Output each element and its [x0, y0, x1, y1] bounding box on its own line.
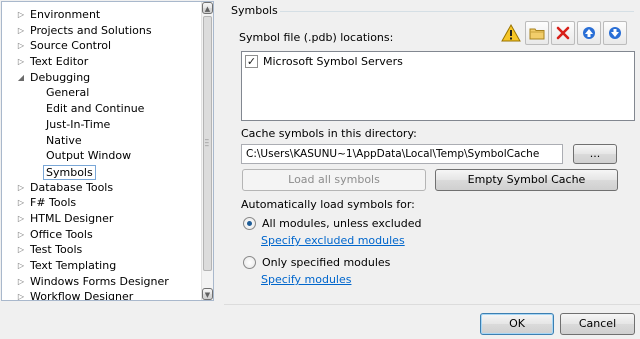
- tree-item-label: Workflow Designer: [30, 290, 134, 301]
- tree-item-label: Environment: [30, 8, 101, 21]
- tree-item-label: Text Templating: [30, 259, 117, 272]
- tree-item-output-window[interactable]: Output Window: [2, 148, 202, 164]
- tree-item-text-templating[interactable]: ▷ Text Templating: [2, 258, 202, 274]
- radio-all-modules[interactable]: All modules, unless excluded: [243, 217, 422, 230]
- tree-item-projects-and-solutions[interactable]: ▷ Projects and Solutions: [2, 23, 202, 39]
- group-divider: [280, 11, 634, 12]
- radio-specified-modules-label: Only specified modules: [262, 256, 391, 269]
- tree-item-general[interactable]: General: [2, 85, 202, 101]
- scroll-thumb[interactable]: ─ ─ ─: [203, 16, 212, 271]
- tree-item-html-designer[interactable]: ▷ HTML Designer: [2, 211, 202, 227]
- tree-item-edit-and-continue[interactable]: Edit and Continue: [2, 101, 202, 117]
- symbol-locations-list[interactable]: ✓ Microsoft Symbol Servers: [241, 51, 635, 121]
- collapsed-arrow-icon[interactable]: ▷: [16, 258, 26, 273]
- collapsed-arrow-icon[interactable]: ▷: [16, 180, 26, 195]
- folder-icon[interactable]: [525, 21, 549, 45]
- tree-list: ▷ Environment ▷ Projects and Solutions ▷ Sour…: [2, 7, 202, 301]
- ok-button[interactable]: OK: [480, 313, 554, 335]
- tree-item-f-tools[interactable]: ▷ F# Tools: [2, 195, 202, 211]
- cache-directory-input[interactable]: C:\Users\KASUNU~1\AppData\Local\Temp\Sym…: [241, 144, 563, 164]
- tree-item-label: Output Window: [46, 149, 132, 163]
- scroll-down-icon[interactable]: ▼: [202, 288, 213, 300]
- tree-item-label: Just-In-Time: [46, 117, 111, 131]
- tree-item-environment[interactable]: ▷ Environment: [2, 7, 202, 23]
- tree-item-label: Edit and Continue: [46, 102, 145, 116]
- tree-item-debugging[interactable]: ◢ Debugging: [2, 70, 202, 86]
- tree-item-label: Symbols: [43, 164, 96, 180]
- footer-divider: [224, 304, 640, 305]
- move-down-icon[interactable]: [603, 21, 627, 45]
- tree-item-label: General: [46, 86, 90, 100]
- radio-specified-modules-button[interactable]: [243, 256, 256, 269]
- tree-item-label: HTML Designer: [30, 211, 114, 225]
- specify-modules-link[interactable]: Specify modules: [261, 273, 351, 286]
- tree-item-symbols[interactable]: Symbols: [2, 164, 202, 180]
- tree-item-label: Windows Forms Designer: [30, 274, 169, 288]
- warning-icon[interactable]: [499, 21, 523, 45]
- tree-item-just-in-time[interactable]: Just-In-Time: [2, 117, 202, 133]
- tree-item-native[interactable]: Native: [2, 133, 202, 149]
- tree-item-windows-forms-designer[interactable]: ▷ Windows Forms Designer: [2, 274, 202, 290]
- collapsed-arrow-icon[interactable]: ▷: [16, 242, 26, 257]
- tree-item-label: Projects and Solutions: [30, 23, 152, 37]
- tree-item-label: Debugging: [30, 70, 91, 84]
- load-all-symbols-button[interactable]: Load all symbols: [242, 169, 426, 191]
- tree-item-label: Source Control: [30, 39, 112, 53]
- specify-excluded-modules-link[interactable]: Specify excluded modules: [261, 234, 405, 247]
- browse-button[interactable]: ...: [573, 144, 617, 164]
- location-checkbox[interactable]: ✓: [245, 55, 258, 68]
- auto-load-label: Automatically load symbols for:: [241, 198, 415, 211]
- tree-item-workflow-designer[interactable]: ▷ Workflow Designer: [2, 289, 202, 301]
- tree-item-label: F# Tools: [30, 196, 77, 210]
- cancel-button[interactable]: Cancel: [560, 313, 635, 335]
- tree-item-label: Native: [46, 133, 82, 147]
- tree-item-source-control[interactable]: ▷ Source Control: [2, 38, 202, 54]
- delete-icon[interactable]: [551, 21, 575, 45]
- tree-item-text-editor[interactable]: ▷ Text Editor: [2, 54, 202, 70]
- collapsed-arrow-icon[interactable]: ▷: [16, 289, 26, 300]
- tree-scrollbar[interactable]: ▲ ─ ─ ─ ▼: [201, 2, 213, 300]
- tree-item-label: Office Tools: [30, 227, 93, 241]
- symbol-locations-label: Symbol file (.pdb) locations:: [239, 31, 394, 44]
- tree-item-test-tools[interactable]: ▷ Test Tools: [2, 242, 202, 258]
- tree-item-office-tools[interactable]: ▷ Office Tools: [2, 227, 202, 243]
- collapsed-arrow-icon[interactable]: ▷: [16, 274, 26, 289]
- radio-all-modules-button[interactable]: [243, 217, 256, 230]
- collapsed-arrow-icon[interactable]: ▷: [16, 23, 26, 38]
- grip-icon: ─ ─ ─: [205, 137, 209, 150]
- location-item-microsoft[interactable]: ✓ Microsoft Symbol Servers: [245, 55, 403, 68]
- expanded-arrow-icon[interactable]: ◢: [16, 70, 26, 85]
- collapsed-arrow-icon[interactable]: ▷: [16, 7, 26, 22]
- collapsed-arrow-icon[interactable]: ▷: [16, 38, 26, 53]
- locations-toolbar: [499, 21, 627, 45]
- collapsed-arrow-icon[interactable]: ▷: [16, 211, 26, 226]
- tree-item-label: Text Editor: [30, 55, 89, 69]
- empty-symbol-cache-button[interactable]: Empty Symbol Cache: [435, 169, 618, 191]
- location-label: Microsoft Symbol Servers: [263, 55, 403, 68]
- scroll-up-icon[interactable]: ▲: [202, 2, 213, 14]
- radio-all-modules-label: All modules, unless excluded: [262, 217, 422, 230]
- cache-directory-label: Cache symbols in this directory:: [241, 127, 417, 140]
- options-tree[interactable]: ▷ Environment ▷ Projects and Solutions ▷ Sour…: [1, 1, 214, 301]
- collapsed-arrow-icon[interactable]: ▷: [16, 54, 26, 69]
- collapsed-arrow-icon[interactable]: ▷: [16, 227, 26, 242]
- tree-item-database-tools[interactable]: ▷ Database Tools: [2, 180, 202, 196]
- symbols-group-title: Symbols: [231, 4, 278, 17]
- tree-item-label: Test Tools: [30, 243, 83, 257]
- move-up-icon[interactable]: [577, 21, 601, 45]
- radio-specified-modules[interactable]: Only specified modules: [243, 256, 390, 269]
- collapsed-arrow-icon[interactable]: ▷: [16, 195, 26, 210]
- tree-item-label: Database Tools: [30, 180, 114, 194]
